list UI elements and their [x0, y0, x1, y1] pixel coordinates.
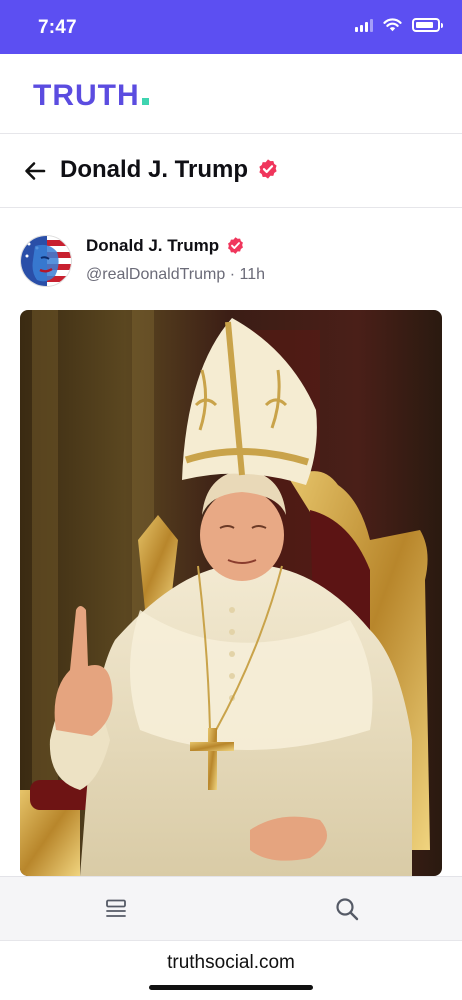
battery-icon: [412, 18, 443, 32]
app-screen: 7:47 TRUTH Donald J. Trump Donald J. Tru…: [0, 0, 462, 1000]
avatar[interactable]: [20, 235, 72, 287]
status-bar: 7:47: [0, 0, 462, 54]
search-icon[interactable]: [334, 896, 360, 922]
status-time: 7:47: [38, 17, 77, 38]
bottom-nav: [0, 876, 462, 940]
author-name-row: Donald J. Trump: [86, 236, 245, 256]
feed-icon[interactable]: [104, 897, 128, 921]
app-header: TRUTH: [0, 54, 462, 134]
post-header: Donald J. Trump @realDonaldTrump · 11h: [0, 222, 462, 302]
author-name[interactable]: Donald J. Trump: [86, 236, 219, 255]
logo-text: TRUTH: [33, 79, 140, 112]
browser-url-bar: truthsocial.com: [0, 940, 462, 1000]
author-meta: @realDonaldTrump · 11h: [86, 266, 265, 284]
cellular-signal-icon: [355, 18, 373, 32]
wifi-icon: [383, 18, 402, 32]
verified-badge-icon: [259, 159, 277, 179]
home-indicator[interactable]: [149, 985, 313, 990]
truth-logo[interactable]: TRUTH: [33, 79, 149, 113]
verified-badge-icon: [227, 236, 243, 254]
profile-title: Donald J. Trump: [60, 156, 279, 184]
back-arrow-icon[interactable]: [22, 158, 48, 184]
status-icons: [355, 18, 443, 32]
post-image[interactable]: [20, 310, 442, 876]
logo-accent-dot: [141, 98, 149, 105]
author-handle[interactable]: @realDonaldTrump: [86, 266, 225, 283]
profile-header: Donald J. Trump: [0, 134, 462, 208]
url-text[interactable]: truthsocial.com: [0, 952, 462, 974]
meta-separator: ·: [229, 266, 236, 283]
post-time: 11h: [239, 266, 266, 283]
profile-name: Donald J. Trump: [60, 156, 249, 183]
